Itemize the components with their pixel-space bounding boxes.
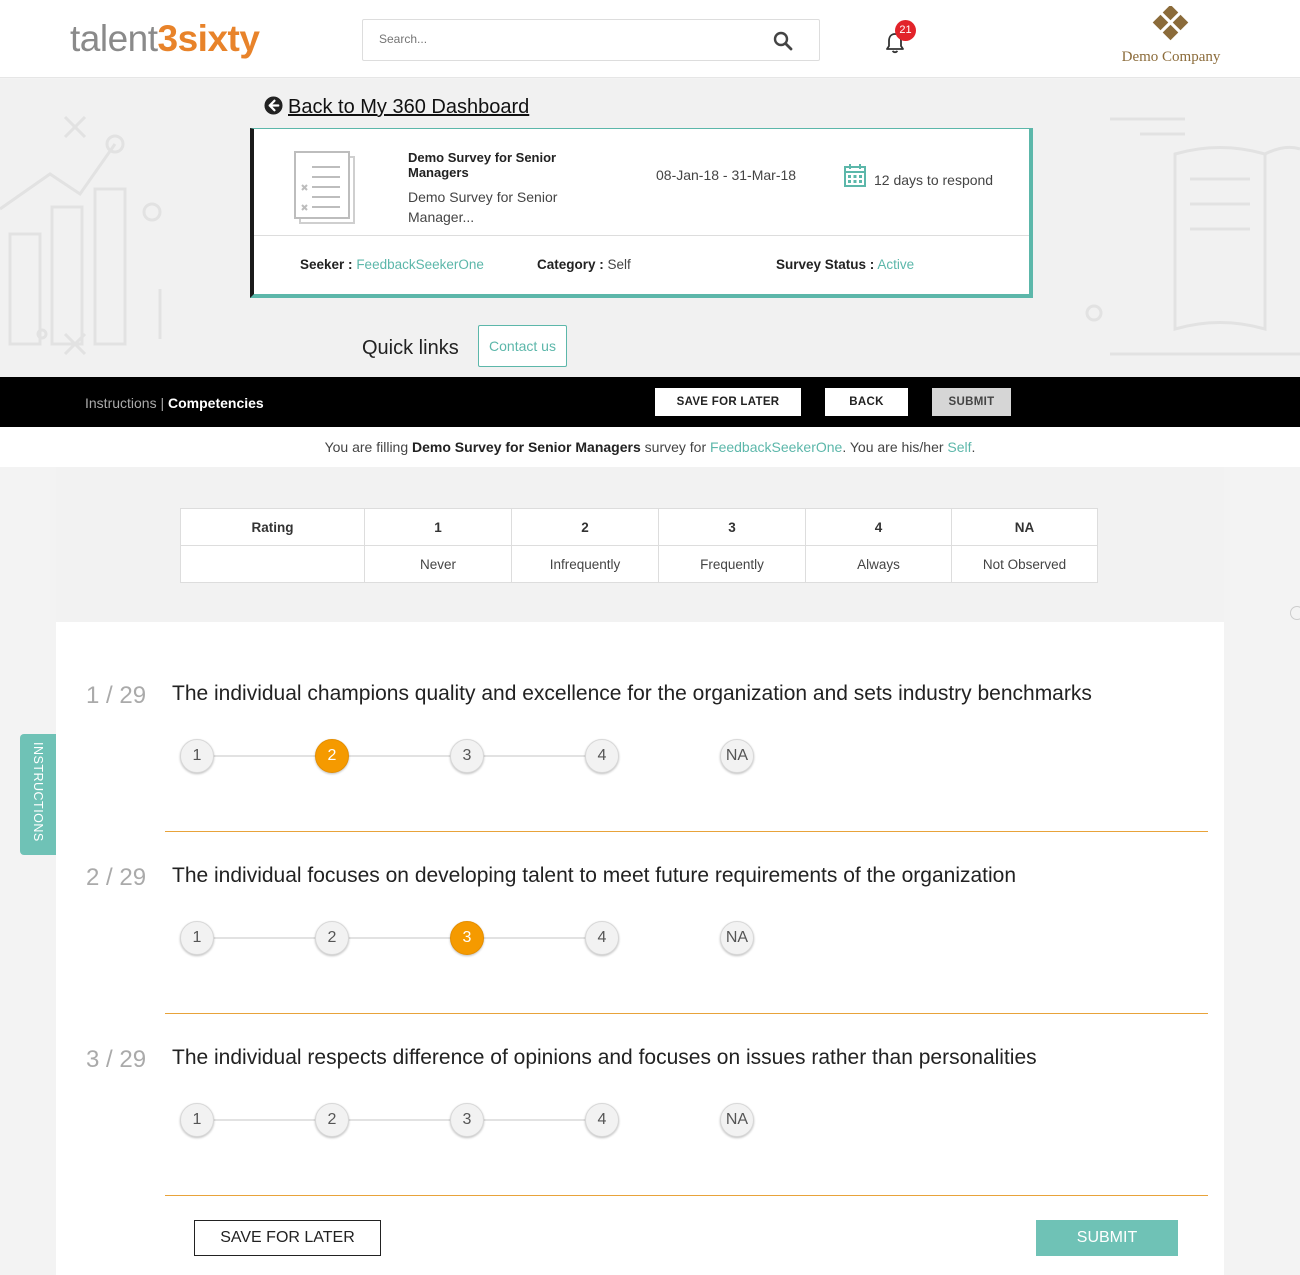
- rating-track: [196, 1119, 616, 1121]
- breadcrumb-competencies: Competencies: [168, 395, 264, 411]
- rating-scale-table: Rating 1 2 3 4 NA Never Infrequently Fre…: [180, 508, 1098, 583]
- survey-toolbar: Instructions | Competencies SAVE FOR LAT…: [0, 377, 1300, 427]
- rating-option-3[interactable]: 3: [450, 921, 484, 955]
- save-for-later-button[interactable]: SAVE FOR LATER: [655, 388, 801, 416]
- note-text-1: You are filling: [324, 439, 413, 455]
- question-number: 1 / 29: [86, 682, 147, 709]
- note-text-3: . You are his/her: [842, 439, 948, 455]
- rating-value: 2: [511, 508, 659, 546]
- rating-value: 3: [658, 508, 806, 546]
- survey-date-range: 08-Jan-18 - 31-Mar-18: [656, 167, 797, 183]
- question-text: The individual focuses on developing tal…: [172, 864, 1017, 887]
- rating-option-1[interactable]: 1: [180, 921, 214, 955]
- survey-context-note: You are filling Demo Survey for Senior M…: [0, 427, 1300, 467]
- questions-panel: Rating 1 2 3 4 NA Never Infrequently Fre…: [56, 467, 1224, 1275]
- seeker-value[interactable]: FeedbackSeekerOne: [356, 257, 484, 272]
- rating-option-na[interactable]: NA: [720, 1103, 754, 1137]
- note-role: Self: [947, 439, 972, 455]
- back-button[interactable]: BACK: [825, 388, 908, 416]
- circle-arrow-left-icon: [264, 96, 283, 115]
- note-text-2: survey for: [640, 439, 711, 455]
- search-input[interactable]: [379, 32, 759, 46]
- rating-value: 4: [805, 508, 952, 546]
- survey-document-icon: [294, 151, 355, 224]
- logo-text-talent: talent: [70, 18, 158, 59]
- question-item: 2 / 29 The individual focuses on developi…: [56, 837, 1224, 1019]
- rating-option-2[interactable]: 2: [315, 739, 349, 773]
- submit-button-top[interactable]: SUBMIT: [932, 388, 1011, 416]
- back-link-label: Back to My 360 Dashboard: [288, 96, 530, 118]
- question-number: 3 / 29: [86, 1046, 147, 1073]
- breadcrumb-separator: |: [156, 395, 169, 411]
- survey-status-info: Survey Status : Active: [776, 257, 914, 272]
- rating-label: Frequently: [658, 545, 806, 583]
- rating-label: Not Observed: [951, 545, 1098, 583]
- rating-label: Never: [364, 545, 512, 583]
- survey-description: Demo Survey for Senior Manager...: [408, 189, 558, 225]
- rating-label-empty: [180, 545, 365, 583]
- top-header: talent3sixty 21 Demo Company: [0, 0, 1300, 78]
- seeker-label: Seeker :: [300, 257, 353, 272]
- quick-links-label: Quick links: [362, 337, 459, 359]
- note-text-4: .: [971, 439, 976, 455]
- survey-status-label: Survey Status :: [776, 257, 875, 272]
- seeker-info: Seeker : FeedbackSeekerOne: [300, 257, 484, 272]
- survey-title: Demo Survey for Senior Managers: [408, 150, 557, 180]
- back-to-dashboard-link[interactable]: Back to My 360 Dashboard: [264, 96, 529, 119]
- app-logo[interactable]: talent3sixty: [70, 18, 260, 60]
- instructions-tab-label: INSTRUCTIONS: [31, 742, 45, 842]
- rating-option-2[interactable]: 2: [315, 1103, 349, 1137]
- search-box: [362, 19, 820, 61]
- rating-option-3[interactable]: 3: [450, 1103, 484, 1137]
- category-value: Self: [607, 257, 631, 272]
- survey-status-value: Active: [877, 257, 915, 272]
- search-icon[interactable]: [773, 31, 793, 51]
- question-number: 2 / 29: [86, 864, 147, 891]
- question-item: 1 / 29 The individual champions quality a…: [56, 655, 1224, 837]
- rating-value: 1: [364, 508, 512, 546]
- diamond-logo-icon: [1152, 4, 1189, 41]
- question-separator: [165, 831, 1208, 832]
- submit-button-bottom[interactable]: SUBMIT: [1036, 1220, 1178, 1256]
- question-separator: [165, 1013, 1208, 1014]
- note-seeker-name: FeedbackSeekerOne: [710, 439, 843, 455]
- rating-option-na[interactable]: NA: [720, 739, 754, 773]
- rating-track: [196, 937, 616, 939]
- question-separator: [165, 1195, 1208, 1196]
- company-logo: Demo Company: [1100, 4, 1242, 66]
- question-text: The individual champions quality and exc…: [172, 682, 1092, 705]
- rating-label: Infrequently: [511, 545, 659, 583]
- company-name: Demo Company: [1121, 49, 1221, 65]
- days-to-respond: 12 days to respond: [874, 172, 994, 188]
- logo-text-3sixty: 3sixty: [157, 18, 260, 59]
- card-divider: [254, 235, 1029, 236]
- rating-option-1[interactable]: 1: [180, 1103, 214, 1137]
- notification-count-badge[interactable]: 21: [895, 20, 916, 41]
- rating-header: Rating: [180, 508, 365, 546]
- scroll-indicator[interactable]: [1290, 606, 1300, 620]
- rating-option-4[interactable]: 4: [585, 921, 619, 955]
- category-label: Category :: [537, 257, 604, 272]
- rating-option-4[interactable]: 4: [585, 739, 619, 773]
- instructions-side-tab[interactable]: INSTRUCTIONS: [20, 734, 56, 855]
- calendar-icon: [844, 164, 866, 187]
- category-info: Category : Self: [537, 257, 631, 272]
- contact-us-button[interactable]: Contact us: [478, 325, 567, 367]
- question-text: The individual respects difference of op…: [172, 1046, 1037, 1069]
- rating-option-3[interactable]: 3: [450, 739, 484, 773]
- rating-track: [196, 755, 616, 757]
- save-for-later-button-bottom[interactable]: SAVE FOR LATER: [194, 1220, 381, 1256]
- survey-card: Demo Survey for Senior Managers Demo Sur…: [250, 128, 1033, 298]
- note-survey-name: Demo Survey for Senior Managers: [412, 439, 641, 455]
- rating-label: Always: [805, 545, 952, 583]
- breadcrumb: Instructions | Competencies: [85, 395, 264, 411]
- rating-option-2[interactable]: 2: [315, 921, 349, 955]
- breadcrumb-instructions[interactable]: Instructions: [85, 395, 157, 411]
- rating-option-4[interactable]: 4: [585, 1103, 619, 1137]
- rating-value: NA: [951, 508, 1098, 546]
- rating-option-na[interactable]: NA: [720, 921, 754, 955]
- question-item: 3 / 29 The individual respects difference…: [56, 1019, 1224, 1201]
- rating-option-1[interactable]: 1: [180, 739, 214, 773]
